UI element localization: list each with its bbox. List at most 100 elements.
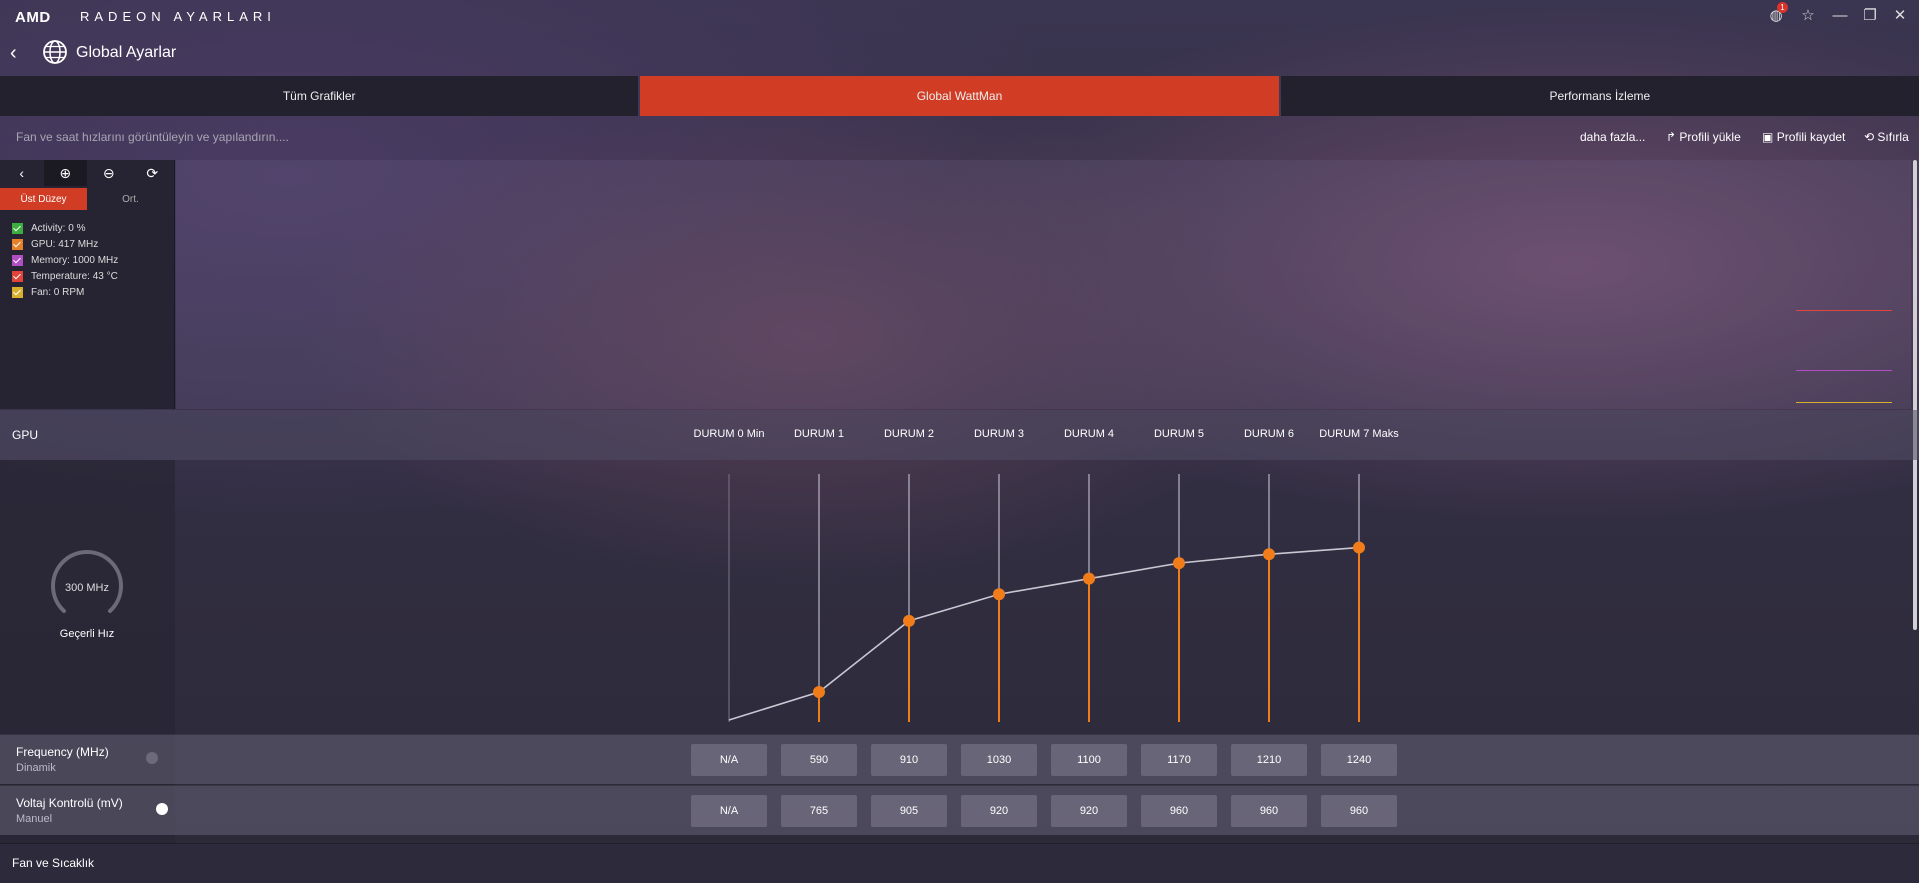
checkbox-icon: [12, 222, 23, 234]
minimize-icon[interactable]: —: [1828, 6, 1852, 26]
voltage-state-5[interactable]: 960: [1141, 795, 1217, 827]
load-profile-button[interactable]: ↱ Profili yükle: [1666, 130, 1741, 144]
page-header: ‹ Global Ayarlar: [0, 36, 600, 70]
scrollbar[interactable]: [1913, 160, 1917, 630]
page-title: Global Ayarlar: [76, 44, 177, 61]
chevron-left-icon[interactable]: ‹: [0, 160, 44, 186]
frequency-mode: Dinamik: [16, 762, 56, 774]
frequency-state-6[interactable]: 1210: [1231, 744, 1307, 776]
state-header: DURUM 6: [1243, 428, 1295, 440]
page-description: Fan ve saat hızlarını görüntüleyin ve ya…: [16, 130, 289, 144]
monitor-graph[interactable]: [176, 160, 1911, 409]
reset-zoom-icon[interactable]: ⟳: [131, 160, 175, 186]
save-profile-label: Profili kaydet: [1776, 130, 1846, 144]
reset-button[interactable]: ⟲ Sıfırla: [1864, 130, 1909, 144]
toggle-knob: [156, 803, 168, 815]
frequency-state-1[interactable]: 590: [781, 744, 857, 776]
legend-fan[interactable]: Fan: 0 RPM: [12, 284, 174, 300]
checkbox-icon: [12, 254, 23, 266]
state-point-6[interactable]: [1263, 548, 1275, 561]
close-icon[interactable]: ✕: [1888, 6, 1912, 26]
frequency-toggle[interactable]: [146, 751, 168, 765]
state-point-4[interactable]: [1083, 572, 1095, 585]
voltage-toggle[interactable]: [146, 802, 168, 816]
state-point-2[interactable]: [903, 614, 915, 627]
fan-temperature-section[interactable]: Fan ve Sıcaklık: [0, 843, 1919, 883]
state-header: DURUM 2: [883, 428, 935, 440]
voltage-mode: Manuel: [16, 813, 53, 825]
frequency-state-4[interactable]: 1100: [1051, 744, 1127, 776]
zoom-out-icon[interactable]: ⊖: [87, 160, 131, 186]
frequency-row: Frequency (MHz) Dinamik N/A 590 910 1030…: [0, 734, 1919, 784]
state-header: DURUM 3: [973, 428, 1025, 440]
frequency-state-2[interactable]: 910: [871, 744, 947, 776]
voltage-state-6[interactable]: 960: [1231, 795, 1307, 827]
voltage-state-3[interactable]: 920: [961, 795, 1037, 827]
frequency-state-3[interactable]: 1030: [961, 744, 1037, 776]
legend-gpu[interactable]: GPU: 417 MHz: [12, 236, 174, 252]
reset-icon: ⟲: [1864, 130, 1875, 144]
memory-trace: [1796, 370, 1892, 371]
voltage-state-1[interactable]: 765: [781, 795, 857, 827]
state-point-5[interactable]: [1173, 557, 1185, 570]
frequency-title: Frequency (MHz): [16, 745, 109, 759]
tab-global-wattman[interactable]: Global WattMan: [640, 76, 1279, 116]
state-point-7[interactable]: [1353, 541, 1365, 554]
frequency-state-5[interactable]: 1170: [1141, 744, 1217, 776]
state-header: DURUM 0 Min: [693, 428, 765, 440]
legend-label: Activity: 0 %: [31, 222, 86, 234]
favorites-star-icon[interactable]: ☆: [1796, 6, 1820, 26]
tab-performance-monitoring[interactable]: Performans İzleme: [1280, 76, 1919, 116]
zoom-in-icon[interactable]: ⊕: [43, 160, 87, 186]
voltage-state-7[interactable]: 960: [1321, 795, 1397, 827]
current-clock-caption: Geçerli Hız: [59, 628, 115, 640]
main-tabs: Tüm Grafikler Global WattMan Performans …: [0, 76, 1919, 116]
legend-temperature[interactable]: Temperature: 43 °C: [12, 268, 174, 284]
title-bar: AMD RADEON AYARLARI ◍ 1 ☆ — ❐ ✕: [0, 0, 1919, 32]
legend-memory[interactable]: Memory: 1000 MHz: [12, 252, 174, 268]
state-header: DURUM 7 Maks: [1319, 428, 1399, 440]
current-clock-value: 300 MHz: [64, 582, 110, 594]
voltage-title: Voltaj Kontrolü (mV): [16, 796, 123, 810]
monitor-mode-tabs: Üst Düzey Ort.: [0, 188, 174, 210]
checkbox-icon: [12, 238, 23, 250]
state-header: DURUM 4: [1063, 428, 1115, 440]
legend-activity[interactable]: Activity: 0 %: [12, 220, 174, 236]
legend-label: Temperature: 43 °C: [31, 270, 118, 282]
checkbox-icon: [12, 270, 23, 282]
restore-icon[interactable]: ❐: [1858, 6, 1882, 26]
back-arrow-icon[interactable]: ‹: [10, 42, 17, 65]
more-link[interactable]: daha fazla...: [1580, 130, 1645, 144]
voltage-state-0[interactable]: N/A: [691, 795, 767, 827]
notification-badge: 1: [1777, 2, 1788, 13]
tab-all-graphics[interactable]: Tüm Grafikler: [0, 76, 639, 116]
legend-label: Memory: 1000 MHz: [31, 254, 119, 266]
share-arrow-icon: ↱: [1666, 130, 1677, 144]
app-name: RADEON AYARLARI: [80, 9, 276, 24]
gpu-state-header: GPU DURUM 0 Min DURUM 1 DURUM 2 DURUM 3 …: [0, 410, 1919, 460]
frequency-state-7[interactable]: 1240: [1321, 744, 1397, 776]
monitor-toolbar: ‹ ⊕ ⊖ ⟳: [0, 160, 174, 186]
state-point-1[interactable]: [813, 686, 825, 698]
fan-trace: [1796, 402, 1892, 403]
sub-toolbar: Fan ve saat hızlarını görüntüleyin ve ya…: [0, 126, 1919, 150]
temperature-trace: [1796, 310, 1892, 311]
amd-logo: AMD: [15, 9, 51, 26]
monitor-legend: Activity: 0 % GPU: 417 MHz Memory: 1000 …: [0, 220, 174, 300]
tab-advanced[interactable]: Üst Düzey: [0, 188, 87, 210]
state-point-3[interactable]: [993, 588, 1005, 601]
monitor-sidebar: ‹ ⊕ ⊖ ⟳ Üst Düzey Ort. Activity: 0 % GPU…: [0, 160, 175, 409]
voltage-state-4[interactable]: 920: [1051, 795, 1127, 827]
gpu-state-curve[interactable]: [176, 460, 1911, 734]
gpu-label: GPU: [12, 428, 39, 442]
state-header: DURUM 1: [793, 428, 845, 440]
tab-average[interactable]: Ort.: [87, 188, 174, 210]
save-profile-button[interactable]: ▣ Profili kaydet: [1762, 130, 1845, 144]
legend-label: Fan: 0 RPM: [31, 286, 85, 298]
frequency-state-0[interactable]: N/A: [691, 744, 767, 776]
notifications-button[interactable]: ◍ 1: [1764, 2, 1788, 26]
state-header: DURUM 5: [1153, 428, 1205, 440]
load-profile-label: Profili yükle: [1679, 130, 1741, 144]
voltage-state-2[interactable]: 905: [871, 795, 947, 827]
checkbox-icon: [12, 286, 23, 298]
